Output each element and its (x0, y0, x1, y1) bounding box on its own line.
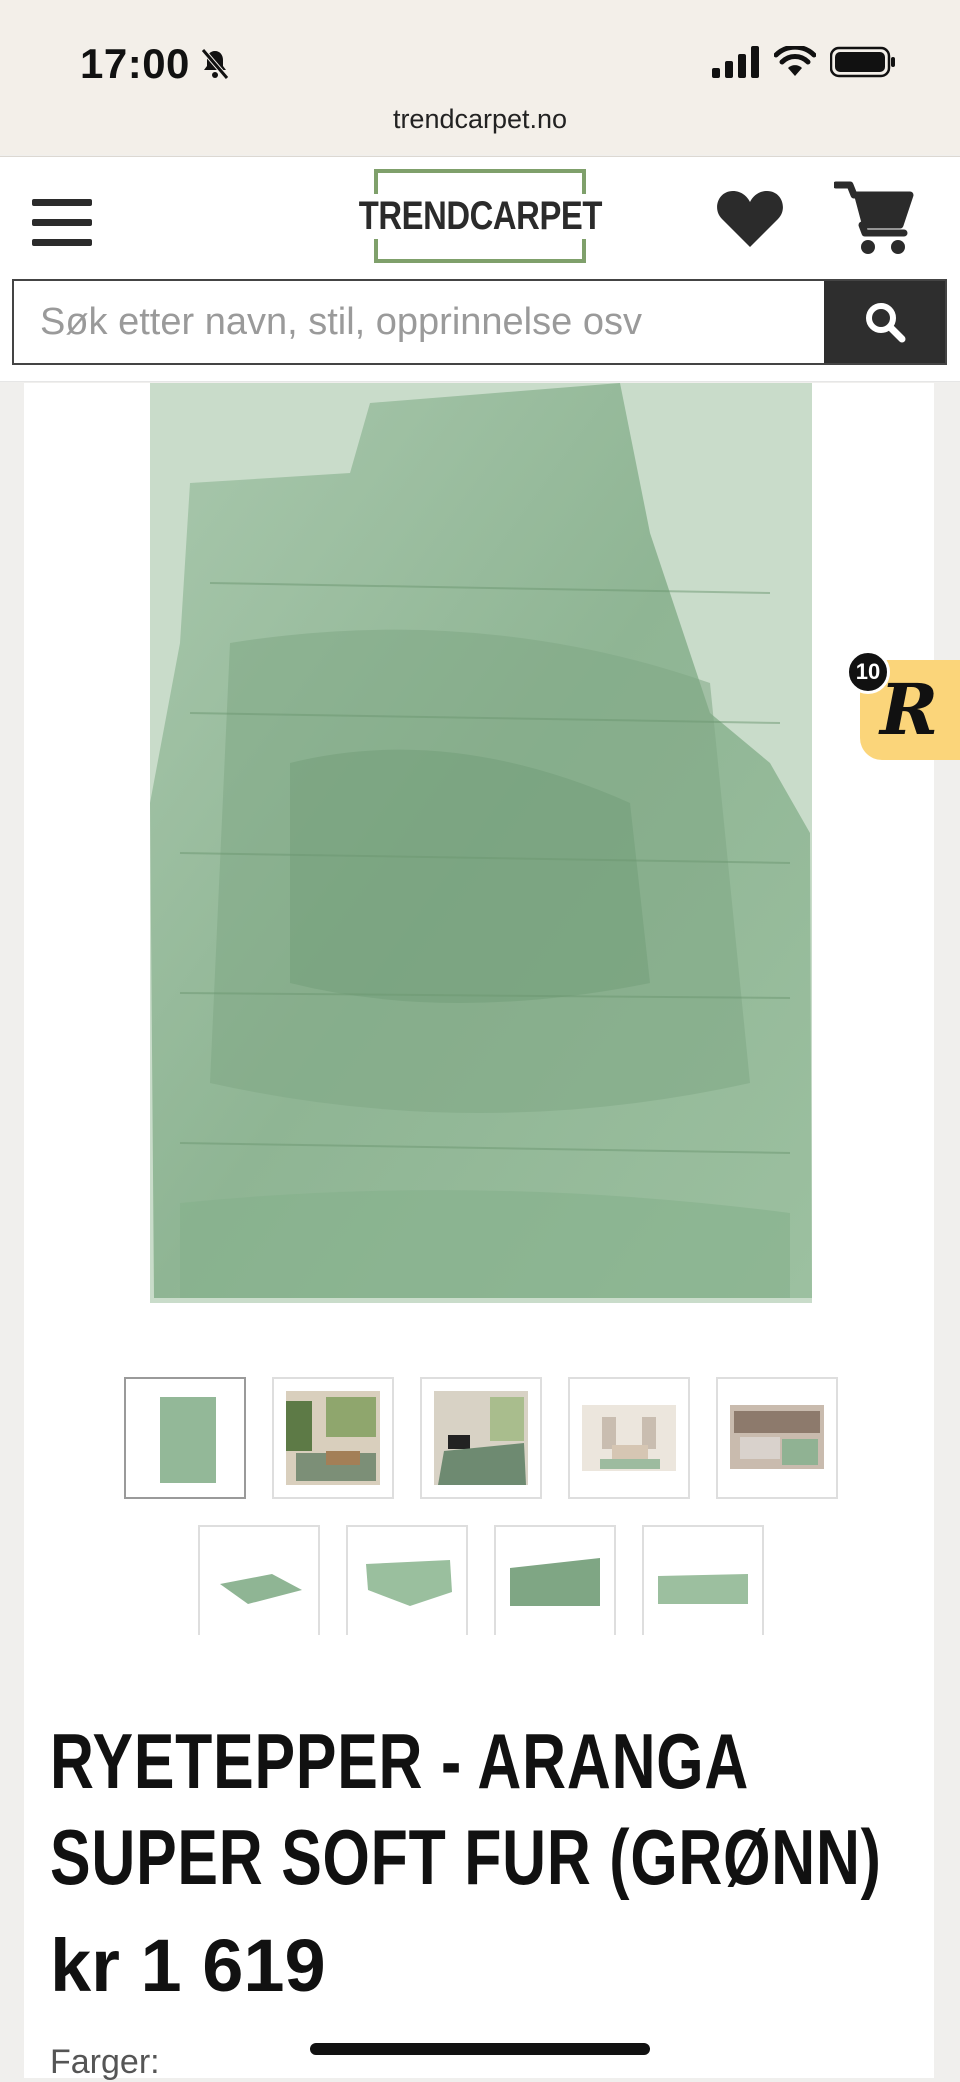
product-page: Ryetepper - Aranga Super Soft Fur (Grønn… (24, 383, 934, 2081)
thumbnail-1[interactable] (124, 1377, 246, 1499)
thumbnail-5[interactable] (716, 1377, 838, 1499)
heart-icon[interactable] (716, 187, 784, 249)
rewards-count-badge: 10 (846, 650, 890, 694)
product-title: Ryetepper - Aranga Super Soft Fur (Grønn… (50, 1717, 882, 1901)
wifi-icon (774, 46, 816, 76)
colors-label: Farger: (50, 2043, 160, 2081)
search-icon (865, 303, 905, 343)
search-input[interactable] (14, 281, 824, 363)
search-button[interactable] (824, 281, 945, 363)
product-price: kr 1 619 (50, 1924, 326, 2007)
thumbnail-4[interactable] (568, 1377, 690, 1499)
rug-image (150, 383, 812, 1303)
site-header: TRENDCARPET (0, 156, 960, 382)
thumbnail-3[interactable] (420, 1377, 542, 1499)
site-logo[interactable]: TRENDCARPET (355, 169, 605, 263)
home-indicator[interactable] (310, 2043, 650, 2055)
logo-text: TRENDCARPET (355, 193, 605, 239)
address-bar-url[interactable]: trendcarpet.no (0, 104, 960, 135)
thumbnail-8[interactable] (494, 1525, 616, 1635)
status-time: 17:00 (80, 40, 190, 87)
menu-icon[interactable] (32, 199, 92, 247)
cart-icon[interactable] (834, 179, 914, 259)
status-bar: 17:00 trendcarpet.no (0, 0, 960, 155)
signal-icon (712, 46, 759, 78)
rewards-logo-icon: R (880, 668, 939, 751)
thumbnail-2[interactable] (272, 1377, 394, 1499)
system-icons (712, 46, 896, 78)
search-bar (12, 279, 947, 365)
bell-muted-icon (201, 48, 229, 80)
thumbnail-7[interactable] (346, 1525, 468, 1635)
battery-icon (830, 46, 895, 78)
thumbnail-9[interactable] (642, 1525, 764, 1635)
thumbnail-6[interactable] (198, 1525, 320, 1635)
product-main-image[interactable] (150, 383, 812, 1303)
